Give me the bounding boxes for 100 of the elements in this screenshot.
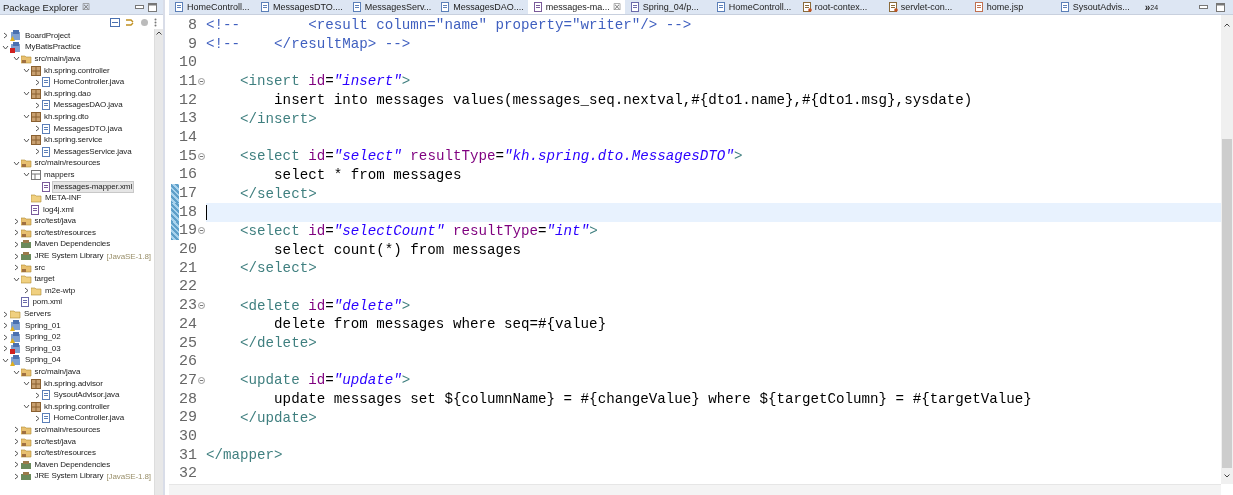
tree-item[interactable]: SysoutAdvisor.java xyxy=(51,389,122,402)
line-number: 29 xyxy=(179,409,197,427)
folder-icon xyxy=(20,274,32,285)
tree-item[interactable]: src/main/resources xyxy=(32,157,103,170)
package-icon xyxy=(31,111,41,122)
collapse-icon[interactable] xyxy=(198,302,205,310)
scroll-up-icon[interactable] xyxy=(1224,23,1230,27)
tree-item[interactable]: messages-mapper.xml xyxy=(51,180,135,193)
editor-tab[interactable]: HomeControll... xyxy=(169,0,255,14)
tree-item[interactable]: target xyxy=(32,273,57,286)
tree-item[interactable]: BoardProject xyxy=(23,29,73,42)
editor-tab[interactable]: MessagesDAO.... xyxy=(435,0,528,14)
tree-item[interactable]: src xyxy=(32,261,47,274)
tree-item[interactable]: src/main/resources xyxy=(32,424,103,436)
maximize-icon[interactable] xyxy=(148,2,157,12)
package-icon xyxy=(31,135,41,146)
editor-tab[interactable]: messages-ma... ☒ xyxy=(527,0,625,14)
source-folder-icon xyxy=(20,227,32,238)
tree-item[interactable]: MyBatisPractice xyxy=(23,41,83,54)
editor-tab[interactable]: Spring_04/p... xyxy=(624,0,711,14)
tree-item[interactable]: JRE System Library xyxy=(32,250,106,263)
code-line: update messages set ${columnName} = #{changeValue} where ${targetColumn} = #{targetValue} xyxy=(273,391,1032,408)
tree-item[interactable]: MessagesService.java xyxy=(51,145,134,158)
folder-icon xyxy=(10,309,21,320)
folder-icon xyxy=(31,285,42,296)
tree-item[interactable]: src/test/resources xyxy=(32,226,98,239)
tree-item[interactable]: Spring_04 xyxy=(23,354,63,367)
line-number: 12 xyxy=(179,91,197,109)
line-number: 9 xyxy=(187,35,197,53)
tree-item[interactable]: kh.spring.advisor xyxy=(42,377,105,390)
source-folder-icon xyxy=(20,158,32,169)
tree-item[interactable]: src/test/java xyxy=(32,215,78,228)
line-number: 25 xyxy=(179,334,197,352)
minimize-icon[interactable] xyxy=(135,4,144,10)
java-file-icon xyxy=(41,100,51,111)
tree-item[interactable]: kh.spring.dao xyxy=(42,87,93,100)
tree-item[interactable]: Servers xyxy=(22,308,53,321)
java-file-icon xyxy=(175,2,184,12)
tree-item[interactable]: kh.spring.service xyxy=(42,134,105,147)
line-number: 10 xyxy=(179,54,197,72)
java-file-icon xyxy=(441,2,451,12)
tree-item[interactable]: JRE System Library xyxy=(32,470,106,483)
tree-item[interactable]: MessagesDTO.java xyxy=(51,122,124,135)
close-icon[interactable]: ☒ xyxy=(612,2,621,12)
line-number: 28 xyxy=(179,390,197,408)
tree-item[interactable]: HomeController.java xyxy=(51,412,127,425)
tree-item[interactable]: kh.spring.dto xyxy=(42,110,91,123)
view-menu-icon[interactable] xyxy=(154,17,157,27)
editor-tab[interactable]: servlet-con... xyxy=(882,0,969,14)
collapse-icon[interactable] xyxy=(198,152,205,160)
tree-item[interactable]: mappers xyxy=(42,168,77,181)
tree-item[interactable]: kh.spring.controller xyxy=(42,400,112,413)
editor-tab[interactable]: HomeControll... xyxy=(710,0,797,14)
tree-item[interactable]: src/main/java xyxy=(32,53,83,65)
tree-item[interactable]: kh.spring.controller xyxy=(42,64,112,77)
tree-item[interactable]: META-INF xyxy=(43,192,84,205)
editor-tab[interactable]: MessagesDTO.... xyxy=(255,0,347,14)
tree-item[interactable]: Spring_03 xyxy=(23,342,63,355)
collapse-icon[interactable] xyxy=(198,227,205,235)
line-number: 31 xyxy=(179,446,197,464)
java-file-icon xyxy=(1060,2,1070,12)
link-icon[interactable] xyxy=(125,17,135,27)
minimize-icon[interactable] xyxy=(1199,4,1208,10)
tree-item[interactable]: src/main/java xyxy=(32,366,83,378)
editor-tab[interactable]: MessagesServ... xyxy=(346,0,436,14)
tree-item[interactable]: MessagesDAO.java xyxy=(51,99,125,112)
collapse-icon[interactable] xyxy=(198,376,205,384)
scrollbar-thumb[interactable] xyxy=(1222,139,1232,468)
scrollbar[interactable] xyxy=(1221,15,1233,484)
source-folder-icon xyxy=(20,425,32,435)
tree-item[interactable]: log4j.xml xyxy=(41,203,76,216)
view-title[interactable]: Package Explorer xyxy=(3,1,78,13)
collapse-all-icon[interactable] xyxy=(110,17,120,27)
pom-file-icon xyxy=(20,297,30,308)
tree-item[interactable]: src/test/java xyxy=(32,435,78,448)
tree-item[interactable]: Maven Dependencies xyxy=(32,458,113,471)
collapse-icon[interactable] xyxy=(198,77,205,85)
line-number: 26 xyxy=(179,353,197,371)
tree-item[interactable]: Spring_01 xyxy=(23,319,63,332)
line-number: 17 xyxy=(179,185,197,203)
maximize-icon[interactable] xyxy=(1216,2,1225,12)
editor-tab[interactable]: SysoutAdvis... xyxy=(1054,0,1141,14)
code-line: select count(*) from messages xyxy=(273,241,521,258)
tree-item[interactable]: src/test/resources xyxy=(32,447,98,460)
scroll-down-icon[interactable] xyxy=(1224,474,1230,478)
scrollbar[interactable] xyxy=(154,29,163,495)
tree-item[interactable]: Maven Dependencies xyxy=(32,238,113,251)
scroll-up-icon[interactable] xyxy=(156,31,162,35)
tree-item[interactable]: Spring_02 xyxy=(23,331,63,344)
tree-item[interactable]: HomeController.java xyxy=(51,76,127,89)
tree-item-decoration: [JavaSE-1.8] xyxy=(106,471,151,481)
tree-item[interactable]: m2e-wtp xyxy=(43,284,77,297)
code-line: insert into messages values(messages_seq.nextval,#{dto1.name},#{dto1.msg},sysdate) xyxy=(273,92,973,109)
java-file-icon xyxy=(41,413,51,424)
tree-item[interactable]: pom.xml xyxy=(30,296,65,309)
close-icon[interactable]: ☒ xyxy=(82,2,90,12)
editor-tab[interactable]: root-contex... xyxy=(796,0,883,14)
code-line: <!-- <result column="name" property="writer"/> --> xyxy=(206,17,692,34)
horizontal-scrollbar[interactable] xyxy=(169,484,1221,495)
editor-tab[interactable]: home.jsp xyxy=(968,0,1055,14)
